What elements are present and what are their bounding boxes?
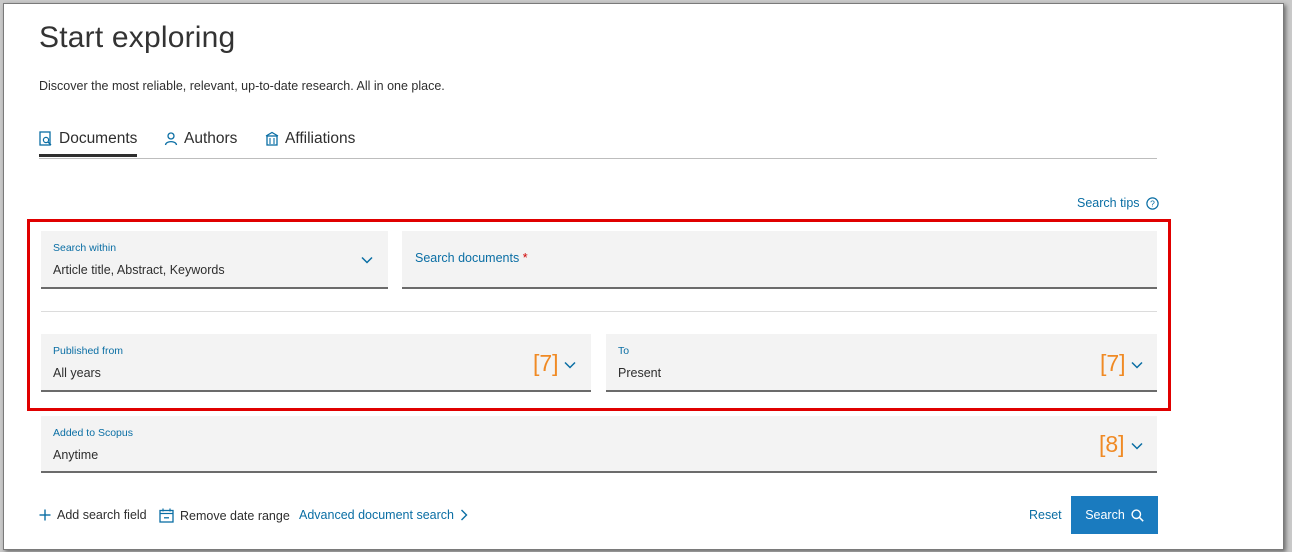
added-to-scopus-value: Anytime (53, 448, 99, 462)
published-from-label: Published from (53, 345, 124, 357)
search-documents-placeholder: Search documents * (415, 251, 528, 265)
search-within-value: Article title, Abstract, Keywords (53, 263, 225, 277)
plus-icon (39, 509, 51, 521)
page-subtitle: Discover the most reliable, relevant, up… (39, 79, 445, 93)
published-to-value: Present (618, 366, 662, 380)
tab-documents-label: Documents (59, 130, 138, 147)
published-to-select[interactable]: To Present [7] (606, 334, 1157, 392)
published-from-select[interactable]: Published from All years [7] (41, 334, 591, 392)
reset-button[interactable]: Reset (1029, 508, 1062, 522)
chevron-down-icon (361, 256, 373, 264)
search-type-tabs: Documents Authors Affiliations (39, 130, 1157, 159)
annotation-marker: [7] (533, 350, 559, 376)
annotation-marker: [8] (1099, 431, 1125, 457)
add-search-field-button[interactable]: Add search field (39, 508, 147, 522)
remove-date-range-button[interactable]: Remove date range (159, 508, 290, 523)
search-within-label: Search within (53, 242, 117, 254)
help-circle-icon: ? (1145, 196, 1159, 210)
building-icon (265, 131, 279, 146)
tab-documents[interactable]: Documents (39, 130, 138, 157)
page-title: Start exploring (39, 21, 236, 54)
annotation-marker: [7] (1100, 350, 1126, 376)
search-tips-label: Search tips (1077, 196, 1140, 210)
chevron-right-icon (460, 509, 468, 521)
advanced-search-link[interactable]: Advanced document search (299, 508, 468, 522)
published-to-label: To (618, 345, 630, 357)
person-icon (164, 132, 178, 146)
search-button[interactable]: Search (1071, 496, 1158, 534)
tab-affiliations[interactable]: Affiliations (265, 130, 355, 157)
published-from-value: All years (53, 366, 101, 380)
added-to-scopus-label: Added to Scopus (53, 427, 133, 439)
required-asterisk: * (522, 251, 528, 265)
search-button-label: Search (1085, 508, 1125, 522)
advanced-search-label: Advanced document search (299, 508, 454, 522)
document-search-icon (39, 131, 52, 146)
remove-date-range-label: Remove date range (180, 508, 290, 523)
svg-text:?: ? (1150, 198, 1155, 208)
tab-affiliations-label: Affiliations (285, 130, 356, 147)
chevron-down-icon (564, 361, 576, 369)
added-to-scopus-select[interactable]: Added to Scopus Anytime [8] (41, 416, 1157, 473)
search-documents-label: Search documents (415, 251, 520, 265)
chevron-down-icon (1131, 442, 1143, 450)
tab-authors[interactable]: Authors (164, 130, 237, 157)
search-within-select[interactable]: Search within Article title, Abstract, K… (41, 231, 388, 289)
search-icon (1131, 508, 1144, 522)
search-documents-input[interactable]: Search documents * (402, 231, 1157, 289)
scopus-search-panel: Start exploring Discover the most reliab… (3, 3, 1284, 550)
section-divider (41, 311, 1157, 312)
chevron-down-icon (1131, 361, 1143, 369)
add-search-field-label: Add search field (57, 508, 147, 522)
tab-authors-label: Authors (184, 130, 238, 147)
search-tips-link[interactable]: Search tips ? (1077, 196, 1159, 210)
calendar-remove-icon (159, 508, 174, 523)
